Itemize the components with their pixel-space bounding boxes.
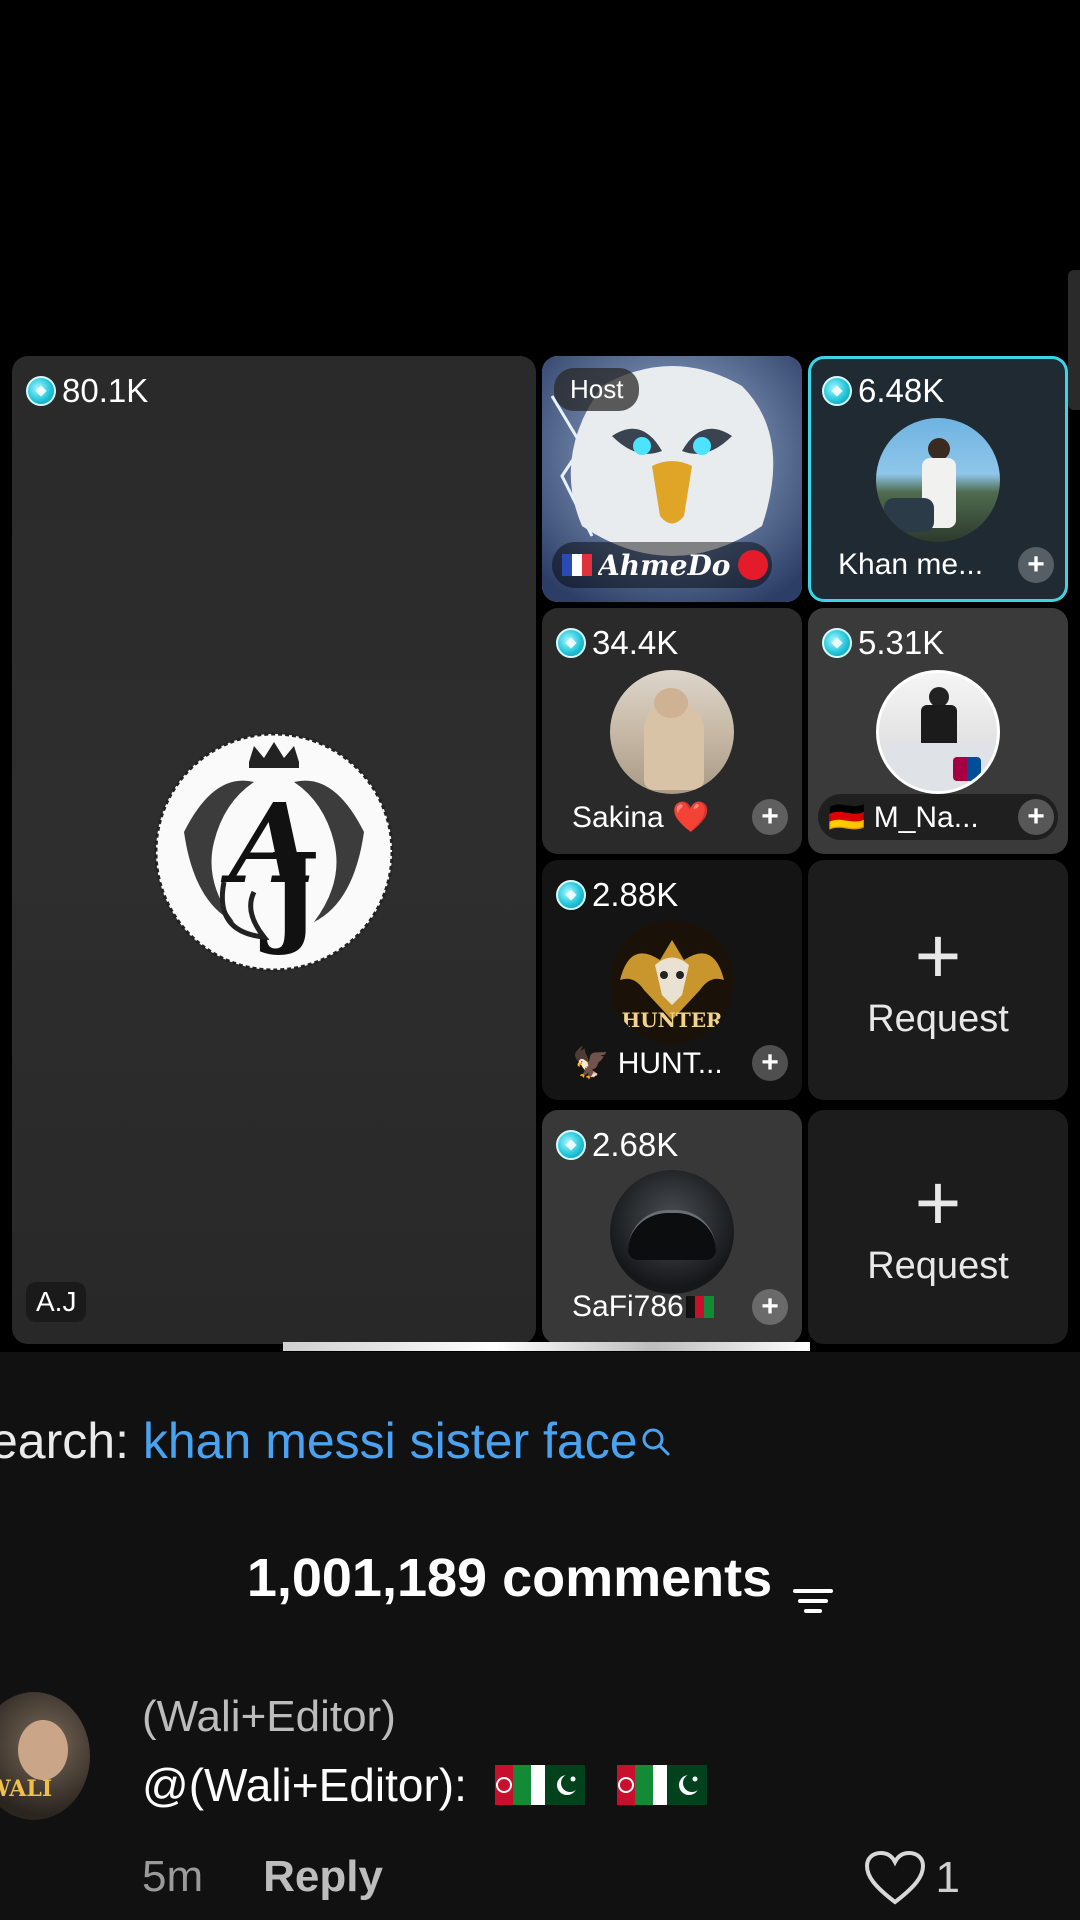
- reply-button[interactable]: Reply: [263, 1852, 383, 1902]
- gem-icon: [822, 376, 852, 406]
- gem-icon: [26, 376, 56, 406]
- like-button[interactable]: 1: [864, 1850, 960, 1906]
- like-count: 1: [935, 1853, 960, 1902]
- request-label: Request: [867, 997, 1009, 1040]
- search-icon: [640, 1412, 670, 1456]
- host-tile[interactable]: Host AhmeDo: [542, 356, 802, 602]
- guest-tile-hunter[interactable]: 2.88K HUNTER 🦅 HUNT... +: [542, 860, 802, 1100]
- comment-username[interactable]: (Wali+Editor): [142, 1692, 396, 1742]
- flags: [476, 1765, 707, 1805]
- guest-name-row: 🦅 HUNT... +: [552, 1040, 792, 1086]
- gift-score: 2.88K: [556, 876, 678, 914]
- guest-avatar: [876, 418, 1000, 542]
- afghanistan-flag-icon: [476, 1765, 531, 1805]
- search-term-link[interactable]: khan messi sister face: [143, 1413, 638, 1469]
- gem-icon: [556, 628, 586, 658]
- comment-meta: 5m Reply: [142, 1852, 383, 1902]
- plus-icon: +: [914, 1157, 962, 1247]
- comment-time: 5m: [142, 1852, 204, 1901]
- follow-plus-button[interactable]: +: [752, 1289, 788, 1325]
- comment-text: @(Wali+Editor):: [142, 1758, 707, 1812]
- guest-avatar: [610, 670, 734, 794]
- gift-score: 2.68K: [556, 1126, 678, 1164]
- guest-name: A.J: [26, 1282, 87, 1322]
- heart-emoji: ❤️: [672, 800, 710, 834]
- sort-icon[interactable]: [793, 1567, 834, 1613]
- gift-score: 80.1K: [26, 372, 148, 410]
- gift-score: 34.4K: [556, 624, 678, 662]
- avatar-text: WALI: [0, 1776, 53, 1802]
- hunter-logo-avatar: HUNTER: [610, 920, 734, 1044]
- guest-name-row: SaFi786 +: [552, 1284, 792, 1330]
- aj-logo-avatar: A J: [154, 732, 394, 972]
- follow-plus-button[interactable]: +: [1018, 547, 1054, 583]
- pakistan-flag-icon: [652, 1765, 707, 1805]
- guest-tile-m-na[interactable]: 5.31K 🇩🇪 M_Na... +: [808, 608, 1068, 854]
- france-flag-icon: [562, 554, 592, 576]
- gift-score: 5.31K: [822, 624, 944, 662]
- video-progress-bar[interactable]: [283, 1342, 810, 1351]
- host-badge: Host: [554, 368, 640, 411]
- guest-tile-main[interactable]: 80.1K A J A.J: [12, 356, 536, 1344]
- avatar[interactable]: WALI: [0, 1692, 90, 1820]
- guest-name-row: 🇩🇪 M_Na... +: [818, 794, 1058, 840]
- follow-plus-button[interactable]: +: [752, 1045, 788, 1081]
- afghanistan-flag-icon: [598, 1765, 653, 1805]
- gift-score: 6.48K: [822, 372, 944, 410]
- host-name-row: AhmeDo: [552, 542, 772, 588]
- guest-avatar: [610, 1170, 734, 1294]
- gem-icon: [556, 880, 586, 910]
- follow-plus-button[interactable]: +: [1018, 799, 1054, 835]
- search-suggestion[interactable]: earch: khan messi sister face: [0, 1412, 670, 1470]
- afghanistan-flag-icon: [685, 1296, 714, 1318]
- comments-panel: earch: khan messi sister face 1,001,189 …: [0, 1352, 1080, 1920]
- gem-icon: [822, 628, 852, 658]
- pakistan-flag-icon: [530, 1765, 585, 1805]
- request-slot[interactable]: + Request: [808, 1110, 1068, 1344]
- comments-header: 1,001,189 comments: [0, 1547, 1080, 1613]
- scroll-handle[interactable]: [1068, 270, 1080, 410]
- plus-icon: +: [914, 910, 962, 1000]
- germany-flag: 🇩🇪: [828, 800, 866, 834]
- guest-avatar: [876, 670, 1000, 794]
- guest-name-row: Sakina ❤️ +: [552, 794, 792, 840]
- eagle-emoji: 🦅: [572, 1046, 610, 1080]
- comment-item: WALI (Wali+Editor) @(Wali+Editor): 5m Re…: [0, 1692, 1080, 1920]
- hunter-logo-text: HUNTER: [621, 1008, 723, 1032]
- follow-plus-button[interactable]: +: [752, 799, 788, 835]
- red-dot-icon: [738, 550, 768, 580]
- guest-name-row: Khan me... +: [818, 542, 1058, 588]
- guest-tile-safi[interactable]: 2.68K SaFi786 +: [542, 1110, 802, 1344]
- request-label: Request: [867, 1244, 1009, 1287]
- comment-count: 1,001,189 comments: [246, 1548, 773, 1608]
- guest-tile-sakina[interactable]: 34.4K Sakina ❤️ +: [542, 608, 802, 854]
- request-slot[interactable]: + Request: [808, 860, 1068, 1100]
- guest-tile-khan[interactable]: 6.48K Khan me... +: [808, 356, 1068, 602]
- live-multi-guest-grid: 80.1K A J A.J Host AhmeDo 6.48K Khan me.…: [12, 356, 1068, 1344]
- gem-icon: [556, 1130, 586, 1160]
- host-name: AhmeDo: [598, 548, 731, 582]
- heart-icon: [864, 1850, 925, 1905]
